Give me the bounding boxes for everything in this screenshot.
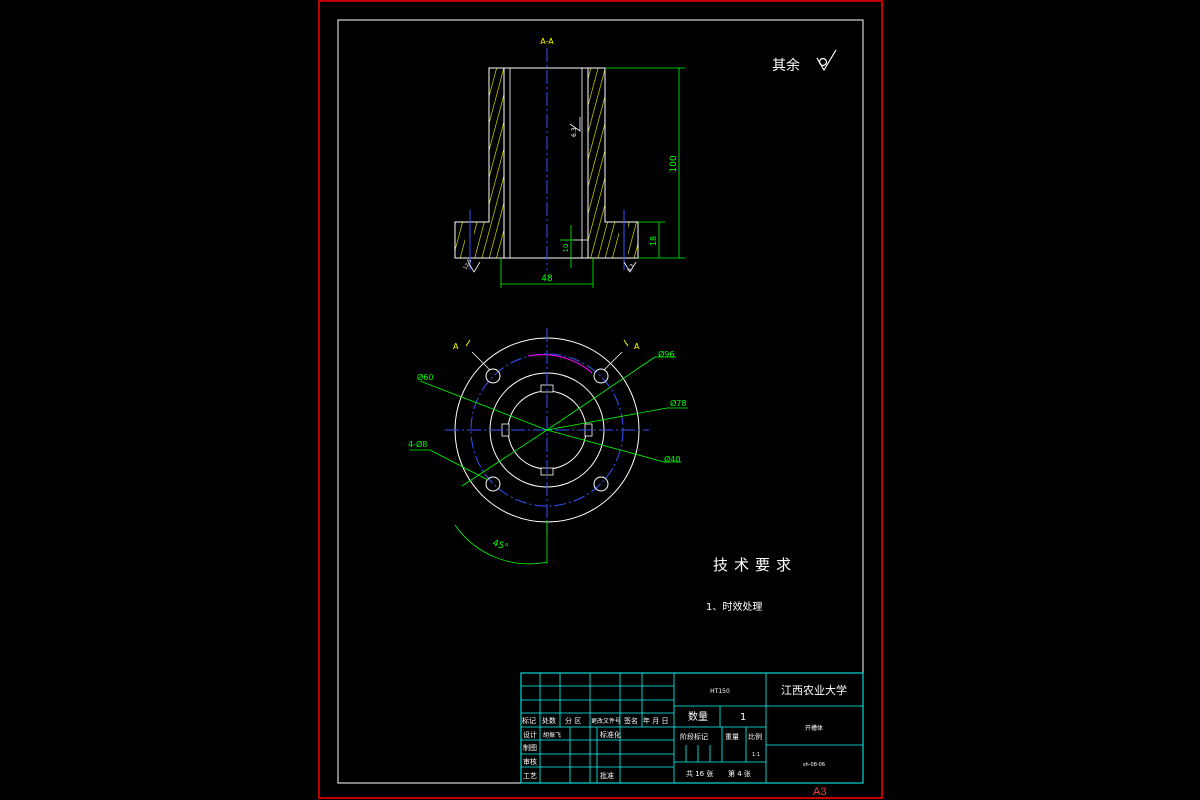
dim-48-text: 48 [541,274,553,284]
dim-d40: Ø40 [664,454,680,464]
tb-label-sign: 签名 [624,716,638,725]
tb-label-change: 更改文件号 [591,717,621,725]
tb-qty-label: 数量 [688,710,708,723]
tb-sheets: 共 16 张 [686,769,713,778]
dim-d78: Ø78 [670,398,686,408]
tb-sheet-no: 第 4 张 [728,769,751,778]
tb-scale-label: 比例 [748,732,762,741]
tech-item: 1、时效处理 [706,600,762,613]
dim-d60: Ø60 [417,372,433,382]
roughness-left-text: 12.5 [463,258,474,271]
tb-scale-value: 1:1 [752,752,760,758]
cut-arrow-right [623,339,629,347]
tb-qty-value: 1 [740,712,746,723]
dim-100-text: 100 [669,155,679,172]
bolt-hole-tl [485,368,501,384]
tb-approve-label: 批准 [600,771,614,780]
dim-10-text: 10 [562,244,570,253]
dim-angle: 45° [491,538,509,553]
tb-label-zone: 分 区 [565,716,581,725]
tb-stage-label: 阶段标记 [680,732,708,741]
dim-18-text: 18 [649,236,658,246]
cut-label-right: A [634,342,640,351]
sheet-size-label: A3 [813,786,826,798]
cut-label-left: A [453,342,459,351]
dim-d96: Ø96 [658,349,674,359]
tb-school: 江西农业大学 [781,683,847,697]
roughness-inner-text: 6.3 [571,127,578,137]
hatch-upper-right [588,68,605,258]
bolt-circle-arc-highlight [527,354,593,374]
hatch-upper-left [489,68,504,258]
dim-holes: 4-Ø8 [408,439,427,449]
cad-drawing-sheet: A-A 100 18 10 48 6.3 12.5 6.3 其余 A A Ø96… [318,0,883,799]
tb-label-mark: 标记 [522,716,536,725]
tb-weight-label: 重量 [725,733,739,741]
tb-draw-label: 制图 [523,743,537,752]
cut-arrow-left [465,339,471,347]
section-label: A-A [540,37,554,46]
tb-design-label: 设计 [523,730,537,739]
tb-check-label: 审核 [523,757,537,766]
tb-std-label: 标准化 [600,730,621,739]
roughness-note: 其余 [772,57,800,74]
tb-drawing-no: sh-08-06 [803,762,825,768]
tb-part-name: 开槽体 [805,724,823,732]
tech-title: 技术要求 [713,556,797,574]
tb-process-label: 工艺 [523,772,537,780]
bolt-hole-bl [485,476,501,492]
section-view: A-A 100 18 10 48 6.3 12.5 6.3 [454,37,685,288]
tb-label-date: 年 月 日 [643,716,668,725]
roughness-note-symbol [816,49,837,72]
tb-designer: 胡振飞 [543,731,561,739]
tb-material: HT150 [710,688,730,695]
bolt-hole-tr [593,368,609,384]
title-block: 标记 处数 分 区 更改文件号 签名 年 月 日 设计 胡振飞 标准化 制图 审… [520,672,864,784]
plan-view: A A Ø96 Ø60 Ø78 4-Ø8 Ø40 45° [408,328,688,565]
bolt-hole-br [593,476,609,492]
tb-label-count: 处数 [542,716,556,725]
